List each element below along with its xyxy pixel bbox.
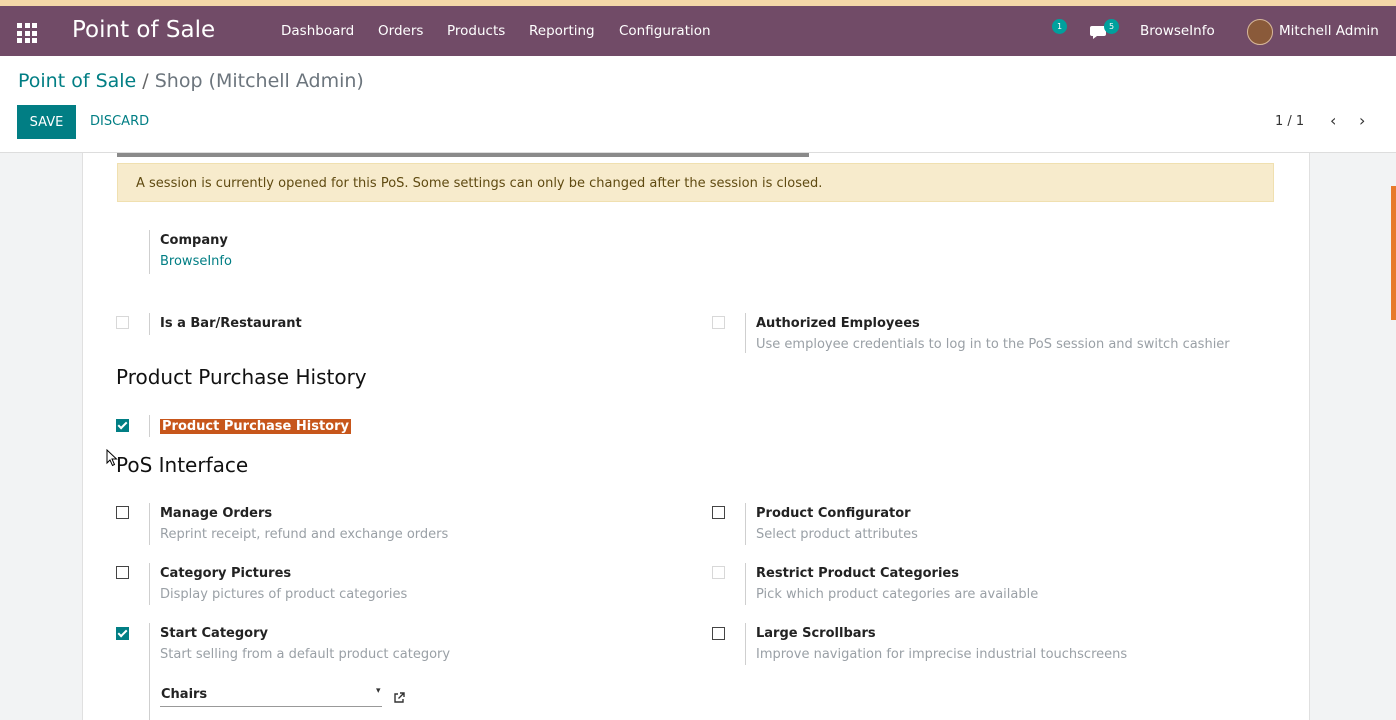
breadcrumb-current: Shop (Mitchell Admin) <box>154 70 364 92</box>
external-link-icon[interactable] <box>392 691 406 705</box>
field-divider <box>149 503 150 545</box>
bar-restaurant-checkbox[interactable] <box>116 316 129 329</box>
save-button[interactable]: SAVE <box>17 105 76 139</box>
mouse-cursor-icon <box>106 449 118 467</box>
scrollbar-thumb[interactable] <box>1391 186 1396 320</box>
app-menu-grid-icon[interactable] <box>17 23 37 43</box>
authorized-employees-help: Use employee credentials to log in to th… <box>756 337 1230 352</box>
section-title-pos-interface: PoS Interface <box>116 453 249 477</box>
purchase-history-checkbox[interactable] <box>116 419 129 432</box>
manage-orders-help: Reprint receipt, refund and exchange ord… <box>160 527 449 542</box>
field-divider <box>149 415 150 437</box>
user-menu[interactable]: Mitchell Admin <box>1279 23 1379 39</box>
caret-down-icon: ▾ <box>376 686 381 696</box>
purchase-history-label: Product Purchase History <box>160 419 351 434</box>
company-label: Company <box>160 233 228 248</box>
product-configurator-label: Product Configurator <box>756 506 911 521</box>
product-configurator-help: Select product attributes <box>756 527 918 542</box>
selected-text-highlight: Product Purchase History <box>160 419 351 434</box>
chevron-left-icon[interactable]: ‹ <box>1330 111 1336 130</box>
company-switcher[interactable]: BrowseInfo <box>1140 23 1215 39</box>
user-avatar[interactable] <box>1247 19 1273 45</box>
breadcrumb-separator: / <box>136 70 155 92</box>
chevron-right-icon[interactable]: › <box>1359 111 1365 130</box>
field-divider <box>745 313 746 353</box>
restrict-categories-help: Pick which product categories are availa… <box>756 587 1039 602</box>
authorized-employees-checkbox[interactable] <box>712 316 725 329</box>
start-category-label: Start Category <box>160 626 268 641</box>
form-sheet: A session is currently opened for this P… <box>82 153 1310 720</box>
breadcrumb: Point of Sale / Shop (Mitchell Admin) <box>18 70 364 92</box>
start-category-value: Chairs <box>161 687 208 702</box>
category-pictures-checkbox[interactable] <box>116 566 129 579</box>
section-title-purchase-history: Product Purchase History <box>116 365 367 389</box>
start-category-help: Start selling from a default product cat… <box>160 647 451 662</box>
category-pictures-help: Display pictures of product categories <box>160 587 408 602</box>
session-alert: A session is currently opened for this P… <box>117 163 1274 202</box>
start-category-select[interactable]: Chairs ▾ <box>160 686 382 707</box>
field-divider <box>149 230 150 274</box>
loading-bar <box>117 153 809 157</box>
menu-orders[interactable]: Orders <box>378 23 423 39</box>
large-scrollbars-help: Improve navigation for imprecise industr… <box>756 647 1128 662</box>
pager-value[interactable]: 1 / 1 <box>1275 114 1304 129</box>
field-divider <box>745 503 746 545</box>
menu-products[interactable]: Products <box>447 23 505 39</box>
field-divider <box>745 623 746 665</box>
large-scrollbars-label: Large Scrollbars <box>756 626 876 641</box>
field-divider <box>149 563 150 605</box>
breadcrumb-parent[interactable]: Point of Sale <box>18 70 136 92</box>
control-panel: Point of Sale / Shop (Mitchell Admin) SA… <box>0 56 1396 153</box>
menu-reporting[interactable]: Reporting <box>529 23 595 39</box>
activity-badge[interactable]: 1 <box>1052 19 1067 34</box>
messages-badge[interactable]: 5 <box>1104 19 1119 34</box>
bar-restaurant-label: Is a Bar/Restaurant <box>160 316 302 331</box>
field-divider <box>745 563 746 605</box>
discard-button[interactable]: DISCARD <box>90 114 149 129</box>
restrict-categories-checkbox[interactable] <box>712 566 725 579</box>
top-navbar: Point of Sale Dashboard Orders Products … <box>0 0 1396 56</box>
category-pictures-label: Category Pictures <box>160 566 292 581</box>
authorized-employees-label: Authorized Employees <box>756 316 920 331</box>
restrict-categories-label: Restrict Product Categories <box>756 566 959 581</box>
product-configurator-checkbox[interactable] <box>712 506 725 519</box>
menu-configuration[interactable]: Configuration <box>619 23 711 39</box>
manage-orders-label: Manage Orders <box>160 506 273 521</box>
start-category-checkbox[interactable] <box>116 627 129 640</box>
menu-dashboard[interactable]: Dashboard <box>281 23 354 39</box>
app-title[interactable]: Point of Sale <box>72 17 215 43</box>
field-divider <box>149 313 150 335</box>
company-value[interactable]: BrowseInfo <box>160 254 232 269</box>
field-divider <box>149 623 150 720</box>
manage-orders-checkbox[interactable] <box>116 506 129 519</box>
large-scrollbars-checkbox[interactable] <box>712 627 725 640</box>
